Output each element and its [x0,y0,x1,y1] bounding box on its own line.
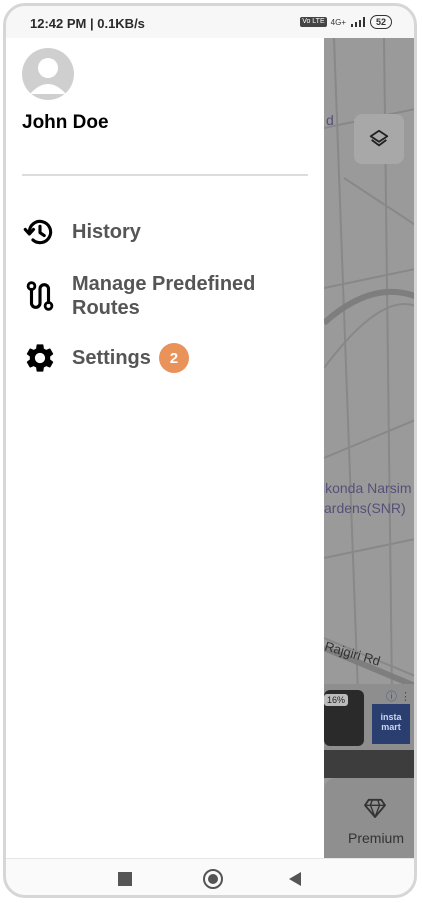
network-label: 4G+ [330,17,346,27]
status-icons: Vo LTE 4G+ 52 [300,15,392,29]
phone-frame: 12:42 PM | 0.1KB/s Vo LTE 4G+ 52 d lkond… [3,3,417,898]
gear-icon [22,340,58,376]
volte-icon: Vo LTE [300,17,327,27]
user-name: John Doe [22,112,109,133]
diamond-icon [364,798,386,818]
map-label-top: d [326,112,334,128]
menu-item-history[interactable]: History [22,214,141,250]
map-label-park-2: ardens(SNR) [324,500,406,516]
avatar[interactable] [22,48,74,100]
divider [22,174,308,176]
menu-label-history: History [72,221,141,243]
menu-item-manage-routes[interactable]: Manage Predefined Routes [22,272,282,320]
map-layers-button[interactable] [354,114,404,164]
ad-discount-badge: 16% [324,694,349,706]
history-icon [22,214,58,250]
signal-icon [350,17,365,27]
status-bar: 12:42 PM | 0.1KB/s Vo LTE 4G+ 52 [6,6,414,38]
menu-item-settings[interactable]: Settings 2 [22,340,189,376]
premium-tab[interactable]: Premium [324,778,414,858]
recents-button[interactable] [118,872,132,886]
user-icon [30,58,66,94]
menu-label-settings: Settings [72,347,151,369]
premium-label: Premium [348,830,405,846]
layers-icon [369,129,389,147]
status-time: 12:42 PM | 0.1KB/s [30,16,145,31]
map-bottom-band [324,750,414,778]
system-nav-bar [6,858,414,895]
instamart-logo: insta mart [372,704,410,744]
ad-info-icon[interactable]: ⓘ ⋮ [386,688,411,704]
map-label-park-1: lkonda Narsim [322,480,412,496]
back-button[interactable] [289,872,301,886]
home-button[interactable] [203,869,223,889]
settings-badge: 2 [158,343,189,373]
battery-icon: 52 [369,15,392,29]
menu-label-manage-routes: Manage Predefined Routes [72,273,256,319]
navigation-drawer: John Doe History Manage Predefined Route… [6,38,324,858]
route-icon [22,278,58,314]
